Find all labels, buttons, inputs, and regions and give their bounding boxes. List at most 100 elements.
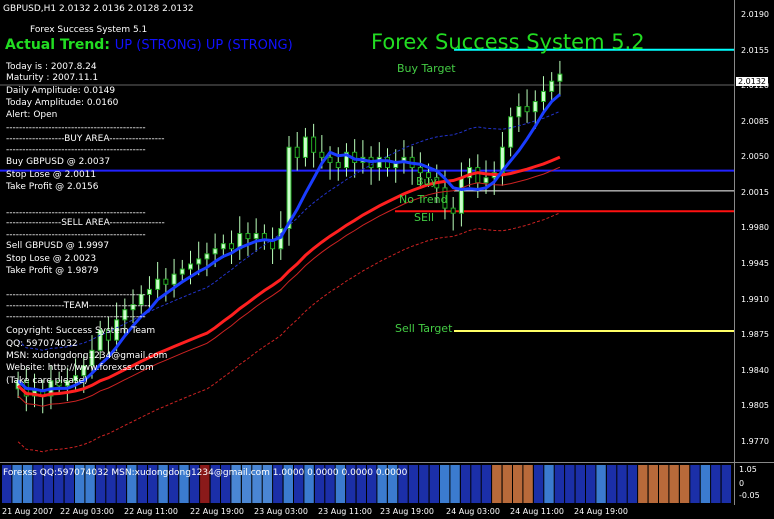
candle-body	[475, 167, 481, 184]
candle-body	[204, 253, 210, 260]
time-tick: 23 Aug 03:00	[254, 507, 308, 516]
window-title: GBPUSD,H1 2.0132 2.0136 2.0128 2.0132	[3, 4, 194, 14]
price-tick: 1.9805	[741, 401, 769, 411]
indicator-bar	[659, 465, 669, 503]
price-tick: 2.0085	[741, 116, 769, 126]
divider: ----------------------------------------…	[6, 230, 146, 240]
indicator-bar	[544, 465, 554, 503]
sell-area-header: -----------------SELL AREA--------------…	[6, 218, 165, 228]
indicator-bar	[440, 465, 450, 503]
candle-body	[540, 90, 546, 103]
candle-body	[524, 106, 530, 113]
buy-area-header: ------------------BUY AREA--------------…	[6, 134, 165, 144]
price-tick: 2.0015	[741, 187, 769, 197]
qq-contact: QQ: 597074032	[6, 339, 78, 349]
candle-body	[532, 101, 538, 113]
candle-body	[294, 146, 300, 158]
indicator-bar	[481, 465, 492, 503]
indicator-tick: 1.05	[739, 465, 757, 474]
divider: ----------------------------------------…	[6, 145, 146, 155]
indicator-bar	[627, 465, 638, 503]
sell-level-label: SEll	[414, 211, 435, 224]
sell-target-label: Sell Target	[395, 322, 453, 335]
indicator-bar	[690, 465, 700, 503]
indicator-bar	[565, 465, 575, 503]
alert-status: Alert: Open	[6, 110, 58, 120]
indicator-bar	[533, 465, 544, 503]
time-tick: 21 Aug 2007	[2, 507, 54, 516]
indicator-bar	[429, 465, 439, 503]
indicator-tick: -0.05	[739, 491, 760, 500]
buy-stop-loss: Stop Lose @ 2.0011	[6, 170, 97, 180]
time-tick: 23 Aug 19:00	[380, 507, 434, 516]
price-tick: 1.9875	[741, 330, 769, 340]
divider: ----------------------------------------…	[6, 312, 146, 322]
indicator-bar	[586, 465, 596, 503]
big-title: Forex Success System 5.2	[371, 30, 645, 54]
buy-target-label: Buy Target	[397, 62, 456, 75]
indicator-bar	[554, 465, 565, 503]
candle-body	[179, 268, 185, 275]
indicator-axis: 1.05 0 -0.05	[734, 462, 774, 505]
price-axis: 2.01902.01552.01202.00852.00502.00151.99…	[734, 0, 774, 462]
indicator-bar	[669, 465, 679, 503]
sell-stop-loss: Stop Lose @ 2.0023	[6, 254, 97, 264]
system-name: Forex Success System 5.1	[30, 25, 148, 35]
buy-take-profit: Take Profit @ 2.0156	[6, 182, 99, 192]
indicator-bar	[700, 465, 711, 503]
team-header: ------------------TEAM------------------…	[6, 301, 151, 311]
candle-body	[557, 73, 563, 82]
indicator-bar	[575, 465, 585, 503]
indicator-panel[interactable]: Forexss QQ:597074032 MSN:xudongdong1234@…	[0, 462, 734, 505]
candle-body	[245, 233, 251, 240]
indicator-bar	[523, 465, 533, 503]
sell-take-profit: Take Profit @ 1.9879	[6, 266, 99, 276]
indicator-bar	[617, 465, 627, 503]
candle-body	[229, 243, 235, 250]
actual-trend: Actual Trend: UP (STRONG) UP (STRONG)	[5, 36, 293, 55]
candle-body	[319, 151, 325, 158]
candle-body	[187, 263, 193, 270]
buy-level-label: Buy	[416, 175, 438, 188]
time-tick: 22 Aug 19:00	[190, 507, 244, 516]
price-tick: 1.9770	[741, 436, 769, 446]
indicator-bar	[596, 465, 606, 503]
buy-entry: Buy GBPUSD @ 2.0037	[6, 157, 111, 167]
price-tick: 2.0190	[741, 10, 769, 20]
indicator-bar	[648, 465, 658, 503]
price-tick: 2.0155	[741, 45, 769, 55]
candle-body	[450, 207, 456, 214]
actual-trend-label: Actual Trend:	[5, 37, 110, 53]
indicator-bar	[471, 465, 481, 503]
candle-body	[146, 288, 152, 295]
indicator-bar	[419, 465, 429, 503]
time-tick: 24 Aug 19:00	[574, 507, 628, 516]
price-chart[interactable]: GBPUSD,H1 2.0132 2.0136 2.0128 2.0132 Fo…	[0, 0, 734, 462]
candle-body	[286, 146, 292, 229]
candle-body	[212, 248, 218, 255]
maturity-date: Maturity : 2007.11.1	[6, 73, 99, 83]
candle-body	[335, 161, 341, 169]
indicator-label: Forexss QQ:597074032 MSN:xudongdong1234@…	[3, 468, 408, 478]
today-date: Today is : 2007.8.24	[6, 62, 97, 72]
candle-body	[508, 116, 514, 148]
indicator-bar	[638, 465, 648, 503]
candle-body	[220, 243, 226, 250]
indicator-bar	[502, 465, 512, 503]
price-tick: 1.9980	[741, 223, 769, 233]
website-link[interactable]: Website: http://www.forexss.com	[6, 363, 154, 374]
indicator-bar	[450, 465, 460, 503]
time-tick: 22 Aug 11:00	[124, 507, 178, 516]
indicator-bar	[679, 465, 690, 503]
candle-body	[171, 273, 177, 285]
indicator-bar	[492, 465, 502, 503]
current-price-tag: 2.0132	[736, 77, 768, 86]
price-tick: 1.9910	[741, 294, 769, 304]
candle-body	[302, 136, 308, 158]
indicator-bar	[606, 465, 617, 503]
indicator-bar	[460, 465, 471, 503]
time-axis: 21 Aug 2007 22 Aug 03:00 22 Aug 11:00 22 Au…	[0, 504, 774, 519]
candle-body	[417, 167, 423, 174]
candle-body	[458, 177, 464, 214]
time-tick: 23 Aug 11:00	[318, 507, 372, 516]
